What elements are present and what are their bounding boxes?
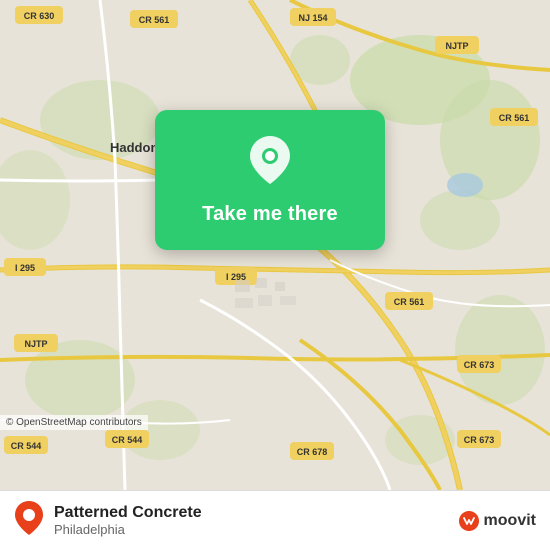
place-info: Patterned Concrete Philadelphia (54, 504, 448, 537)
svg-text:NJ 154: NJ 154 (298, 13, 327, 23)
svg-text:NJTP: NJTP (445, 41, 468, 51)
svg-text:NJTP: NJTP (24, 339, 47, 349)
svg-text:CR 678: CR 678 (297, 447, 328, 457)
place-city: Philadelphia (54, 522, 448, 537)
location-pin-icon (248, 134, 292, 191)
svg-text:CR 561: CR 561 (499, 113, 530, 123)
svg-text:CR 630: CR 630 (24, 11, 55, 21)
svg-text:CR 544: CR 544 (11, 441, 42, 451)
svg-text:CR 544: CR 544 (112, 435, 143, 445)
svg-text:CR 673: CR 673 (464, 435, 495, 445)
svg-text:CR 561: CR 561 (394, 297, 425, 307)
bottom-bar: Patterned Concrete Philadelphia moovit (0, 490, 550, 550)
map-container: CR 630 CR 561 NJ 154 NJTP CR 561 I 295 I… (0, 0, 550, 490)
moovit-logo: moovit (458, 510, 536, 532)
take-me-there-label: Take me there (202, 203, 338, 226)
svg-text:I 295: I 295 (15, 263, 35, 273)
moovit-pin-icon (14, 500, 44, 541)
svg-text:CR 561: CR 561 (139, 15, 170, 25)
copyright-notice: © OpenStreetMap contributors (0, 415, 148, 430)
take-me-there-card[interactable]: Take me there (155, 110, 385, 250)
moovit-brand-text: moovit (484, 512, 536, 530)
place-name: Patterned Concrete (54, 504, 448, 522)
svg-text:CR 673: CR 673 (464, 360, 495, 370)
